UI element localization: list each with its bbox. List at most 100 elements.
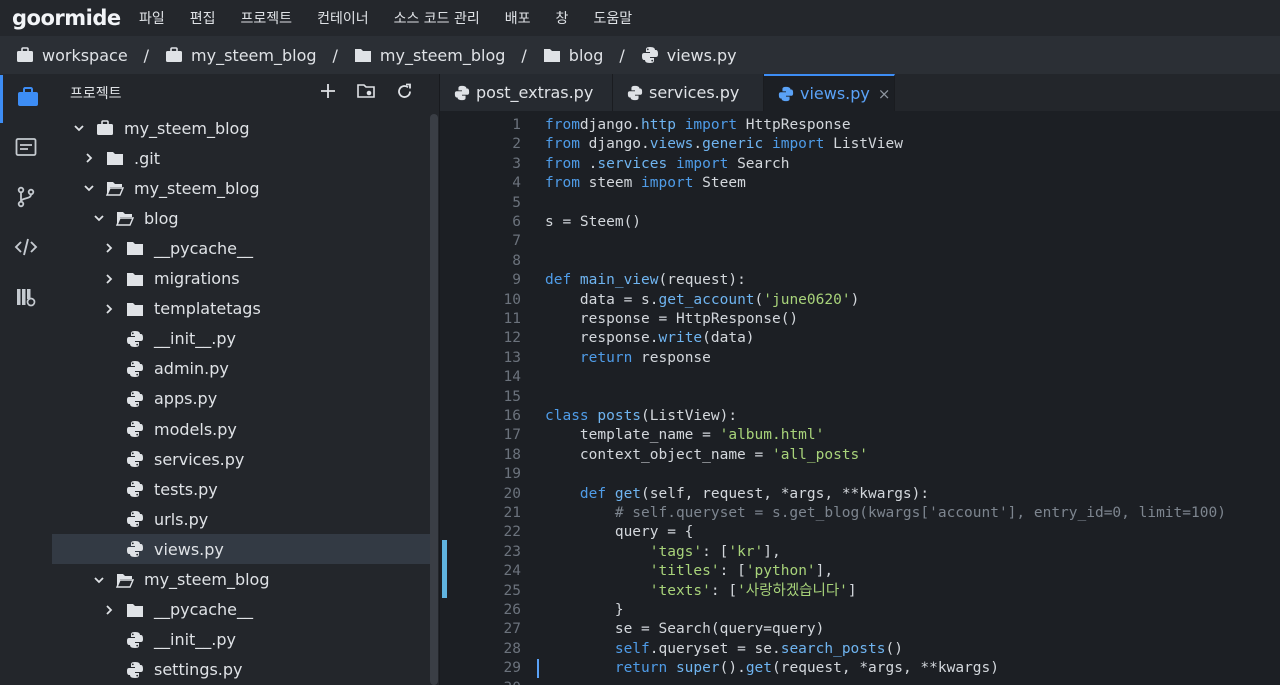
tree-item-label: migrations — [154, 269, 240, 288]
line-number: 29 — [503, 660, 521, 677]
menu-edit[interactable]: 편집 — [190, 8, 216, 28]
breadcrumb: workspace / my_steem_blog / my_steem_blo… — [0, 36, 1280, 74]
tab-services[interactable]: services.py — [613, 74, 764, 111]
tab-post-extras[interactable]: post_extras.py — [440, 74, 613, 111]
close-icon[interactable]: × — [878, 85, 891, 103]
file-item[interactable]: __init__.py — [52, 625, 432, 655]
line-number: 21 — [503, 505, 521, 521]
file-item[interactable]: urls.py — [52, 504, 432, 534]
file-item[interactable]: settings.py — [52, 655, 432, 685]
new-folder-button[interactable] — [355, 82, 377, 104]
file-item[interactable]: models.py — [52, 414, 432, 444]
chevron-down-icon[interactable] — [70, 122, 88, 134]
breadcrumb-folder[interactable]: my_steem_blog — [354, 46, 505, 65]
python-icon — [126, 540, 144, 558]
folder-icon — [126, 602, 144, 618]
app-logo: goormide — [12, 6, 121, 30]
sidebar-header: 프로젝트 — [52, 74, 439, 111]
file-item[interactable]: apps.py — [52, 384, 432, 414]
code-line: 12 response.write(data) — [440, 329, 1280, 348]
editor-tabs: post_extras.py services.py views.py × — [440, 74, 1280, 111]
tab-label: post_extras.py — [476, 83, 594, 102]
folder-item[interactable]: __pycache__ — [52, 233, 432, 263]
breadcrumb-separator: / — [521, 45, 527, 65]
folder-item[interactable]: my_steem_blog — [52, 173, 432, 203]
refresh-button[interactable] — [393, 82, 415, 104]
menu-deploy[interactable]: 배포 — [505, 8, 531, 28]
project-explorer-button[interactable] — [0, 75, 52, 123]
tree-item-label: templatetags — [154, 299, 261, 319]
new-file-button[interactable] — [317, 82, 339, 104]
menu-help[interactable]: 도움말 — [593, 8, 632, 28]
file-item[interactable]: tests.py — [52, 474, 432, 504]
python-icon — [126, 420, 144, 438]
line-number: 26 — [503, 602, 521, 618]
sidebar-scrollbar[interactable] — [430, 114, 438, 685]
library-button[interactable] — [0, 275, 52, 323]
tree-item-label: settings.py — [154, 660, 243, 680]
line-number: 2 — [512, 136, 521, 153]
folder-open-icon — [106, 180, 124, 196]
tree-item-label: views.py — [154, 539, 224, 559]
file-item[interactable]: __init__.py — [52, 324, 432, 354]
chevron-down-icon[interactable] — [90, 574, 108, 586]
code-text: 'texts': ['사랑하겠습니다'] — [545, 582, 857, 599]
chevron-right-icon[interactable] — [100, 303, 118, 315]
folder-item[interactable]: .git — [52, 143, 432, 173]
code-line: 11 response = HttpResponse() — [440, 310, 1280, 329]
menu-scm[interactable]: 소스 코드 관리 — [394, 8, 480, 28]
briefcase-icon — [165, 47, 183, 63]
chevron-down-icon[interactable] — [90, 212, 108, 224]
breadcrumb-project[interactable]: my_steem_blog — [165, 46, 317, 65]
line-number: 14 — [503, 369, 521, 386]
breadcrumb-folder[interactable]: blog — [543, 46, 603, 65]
menu-project[interactable]: 프로젝트 — [241, 8, 293, 28]
tree-item-label: apps.py — [154, 389, 218, 409]
folder-item[interactable]: migrations — [52, 264, 432, 294]
breadcrumb-workspace[interactable]: workspace — [16, 46, 128, 65]
tab-label: views.py — [800, 84, 870, 103]
tree-item-label: __pycache__ — [154, 600, 254, 620]
folder-settings-icon — [356, 83, 376, 103]
line-number: 3 — [512, 155, 521, 172]
line-number: 6 — [512, 214, 521, 230]
menu-container[interactable]: 컨테이너 — [317, 8, 369, 28]
chevron-right-icon[interactable] — [100, 604, 118, 616]
line-number: 18 — [503, 446, 521, 463]
code-line: 30 — [440, 679, 1280, 685]
code-button[interactable] — [0, 225, 52, 273]
line-number: 7 — [512, 233, 521, 250]
menu-bar: goormide 파일 편집 프로젝트 컨테이너 소스 코드 관리 배포 창 도… — [0, 0, 1280, 36]
chevron-right-icon[interactable] — [100, 273, 118, 285]
code-text: context_object_name = 'all_posts' — [545, 446, 869, 463]
folder-item[interactable]: blog — [52, 203, 432, 233]
code-text: 'titles': ['python'], — [545, 563, 834, 580]
menu-window[interactable]: 창 — [556, 8, 569, 28]
code-line: 10 data = s.get_account('june0620') — [440, 291, 1280, 310]
chevron-down-icon[interactable] — [80, 182, 98, 194]
file-item[interactable]: admin.py — [52, 354, 432, 384]
code-text: response.write(data) — [545, 330, 755, 347]
breadcrumb-file[interactable]: views.py — [641, 46, 737, 65]
line-number: 20 — [503, 485, 521, 502]
menu-file[interactable]: 파일 — [139, 8, 165, 28]
chevron-right-icon[interactable] — [80, 152, 98, 164]
code-text: fromdjango.http import HttpResponse — [545, 117, 851, 133]
tree-item-label: .git — [134, 148, 160, 168]
folder-item[interactable]: __pycache__ — [52, 595, 432, 625]
source-control-button[interactable] — [0, 175, 52, 223]
tab-views[interactable]: views.py × — [764, 74, 895, 111]
code-line: 3 from .services import Search — [440, 155, 1280, 174]
terminal-button[interactable] — [0, 125, 52, 173]
file-item[interactable]: views.py — [52, 534, 432, 565]
folder-item[interactable]: my_steem_blog — [52, 565, 432, 595]
code-line: 21 # self.queryset = s.get_blog(kwargs['… — [440, 504, 1280, 523]
code-editor[interactable]: 1 fromdjango.http import HttpResponse 2 fro… — [440, 111, 1280, 685]
chevron-right-icon[interactable] — [100, 242, 118, 254]
code-text: class posts(ListView): — [545, 408, 738, 424]
line-number: 27 — [503, 621, 521, 638]
file-item[interactable]: services.py — [52, 444, 432, 474]
line-number: 19 — [503, 466, 521, 483]
folder-item[interactable]: my_steem_blog — [52, 113, 432, 143]
folder-item[interactable]: templatetags — [52, 294, 432, 324]
